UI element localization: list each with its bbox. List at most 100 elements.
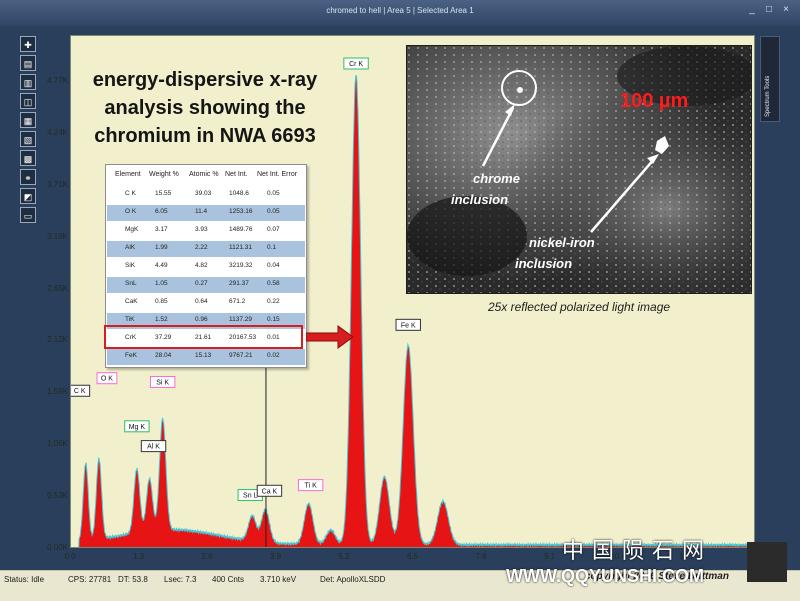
status-cnts: 400 Cnts [212,575,245,584]
log-scale-icon[interactable]: ▤ [20,55,36,71]
table-cell: 6.05 [155,208,168,215]
scale-label: 100 µm [620,90,689,112]
table-cell: 0.1 [267,244,277,251]
table-cell: MgK [125,226,139,233]
watermark-url: WWW.QQYUNSHI.COM [506,566,704,586]
table-row: C K 15.55 39.03 1048.6 0.05 [107,187,305,203]
status-kev: 3.710 keV [260,575,297,584]
x-tick-label: 7.8 [475,552,487,561]
peak-label: Mg K [124,420,150,433]
y-tick-label: 3.71K [47,179,68,189]
corner-thumbnail [747,542,787,582]
watermark-cn: 中国陨石网 [562,538,713,563]
status-state: Status: Idle [4,575,45,584]
status-cps: CPS: 27781 [68,575,112,584]
peak-label: Ti K [297,479,324,492]
peak-label-text: Mg K [129,424,146,431]
y-tick-label: 1.06K [47,439,68,449]
table-cell: 0.64 [195,298,208,305]
spectrum-tools-tab[interactable]: Spectrum Tools [760,36,780,122]
table-row: MgK 3.17 3.93 1489.76 0.07 [107,223,305,239]
table-cell: 671.2 [229,298,246,305]
chrome-label-line1: chrome [473,171,520,186]
peak-label: Si K [149,375,176,388]
table-cell: 15.55 [155,190,172,197]
table-row: SnL 1.05 0.27 291.37 0.58 [107,277,305,293]
minimize-button[interactable]: _ [744,4,760,16]
edit-icon[interactable]: ◩ [20,188,36,204]
layout-icon[interactable]: ▦ [20,112,36,128]
table-cell: AlK [125,244,136,251]
maximize-button[interactable]: □ [761,4,777,16]
cr-arrow [306,325,354,349]
table-cell: 1121.31 [229,244,253,251]
x-tick-label: 1.3 [132,552,145,561]
header-weight: Weight % [149,171,179,178]
header-atomic: Atomic % [189,171,219,178]
heading-line-1: energy-dispersive x-ray [92,69,318,91]
table-cell: 2.22 [195,244,208,251]
table-row: SiK 4.49 4.82 3219.32 0.04 [107,259,305,275]
y-tick-label: 0.00K [47,543,68,552]
overlay-icon[interactable]: ◫ [20,93,36,109]
heading-line-2: analysis showing the [104,97,306,119]
table-cell: 1.05 [155,280,168,287]
y-tick-label: 4.24K [47,127,68,137]
header-error: Net Int. Error [257,171,298,178]
status-lsec: Lsec: 7.3 [164,575,197,584]
peak-label-text: C K [74,388,86,395]
peak-label-text: O K [101,376,113,383]
table-cell: TiK [125,316,135,323]
table-cell: 1048.6 [229,190,249,197]
chrome-label-line2: inclusion [451,192,509,207]
spectrum-tools-label: Spectrum Tools [765,75,771,117]
nickel-label-line2: inclusion [515,256,573,271]
peak-label: Fe K [395,318,421,331]
table-cell: 0.02 [267,352,280,359]
table-cell: 28.04 [155,352,172,359]
table-row: FeK 28.04 15.13 9767.21 0.02 [107,349,305,365]
peak-label: Ca K [256,484,283,497]
zoom-fit-icon[interactable]: ✚ [20,36,36,52]
table-cell: 1.99 [155,244,168,251]
window-title: chromed to hell | Area 5 | Selected Area… [326,6,474,15]
table-cell: 3.93 [195,226,208,233]
header-netint: Net Int. [225,171,248,178]
close-button[interactable]: × [778,4,794,16]
peak-label-text: Sn L [243,493,258,500]
table-header: Element Weight % Atomic % Net Int. Net I… [107,165,305,187]
y-tick-label: 4.77K [47,75,68,85]
peak-label-text: Ca K [262,488,278,495]
status-dt: DT: 53.8 [118,575,148,584]
nickel-label-line1: nickel-iron [529,235,595,250]
peak-label: O K [96,372,118,385]
title-bar: chromed to hell | Area 5 | Selected Area… [0,0,800,26]
table-cell: 1.52 [155,316,168,323]
peak-label: Cr K [343,57,369,70]
table-cell: 1489.76 [229,226,253,233]
peak-label-text: Ti K [305,483,318,490]
y-tick-label: 0.53K [47,491,68,501]
cr-highlight-box [104,325,303,349]
x-tick-label: 3.9 [269,552,282,561]
peak-label-text: Al K [147,444,160,451]
y-tick-label: 1.59K [47,387,68,397]
peak-label-text: Cr K [349,61,363,68]
spectrum-icon[interactable]: ▩ [20,150,36,166]
table-cell: 1137.29 [229,316,253,323]
image-caption: 25x reflected polarized light image [487,300,671,314]
heading: energy-dispersive x-ray analysis showing… [82,66,328,150]
table-cell: 0.22 [267,298,280,305]
x-tick-label: 2.6 [201,552,213,561]
print-icon[interactable]: ▭ [20,207,36,223]
table-cell: 0.07 [267,226,280,233]
table-cell: FeK [125,352,137,359]
table-cell: 15.13 [195,352,212,359]
table-row: AlK 1.99 2.22 1121.31 0.1 [107,241,305,257]
table-cell: 9767.21 [229,352,253,359]
header-element: Element [115,171,141,178]
table-cell: 1253.16 [229,208,253,215]
table-cell: SiK [125,262,136,269]
table-cell: 3.17 [155,226,168,233]
peak-label: Al K [140,440,167,453]
